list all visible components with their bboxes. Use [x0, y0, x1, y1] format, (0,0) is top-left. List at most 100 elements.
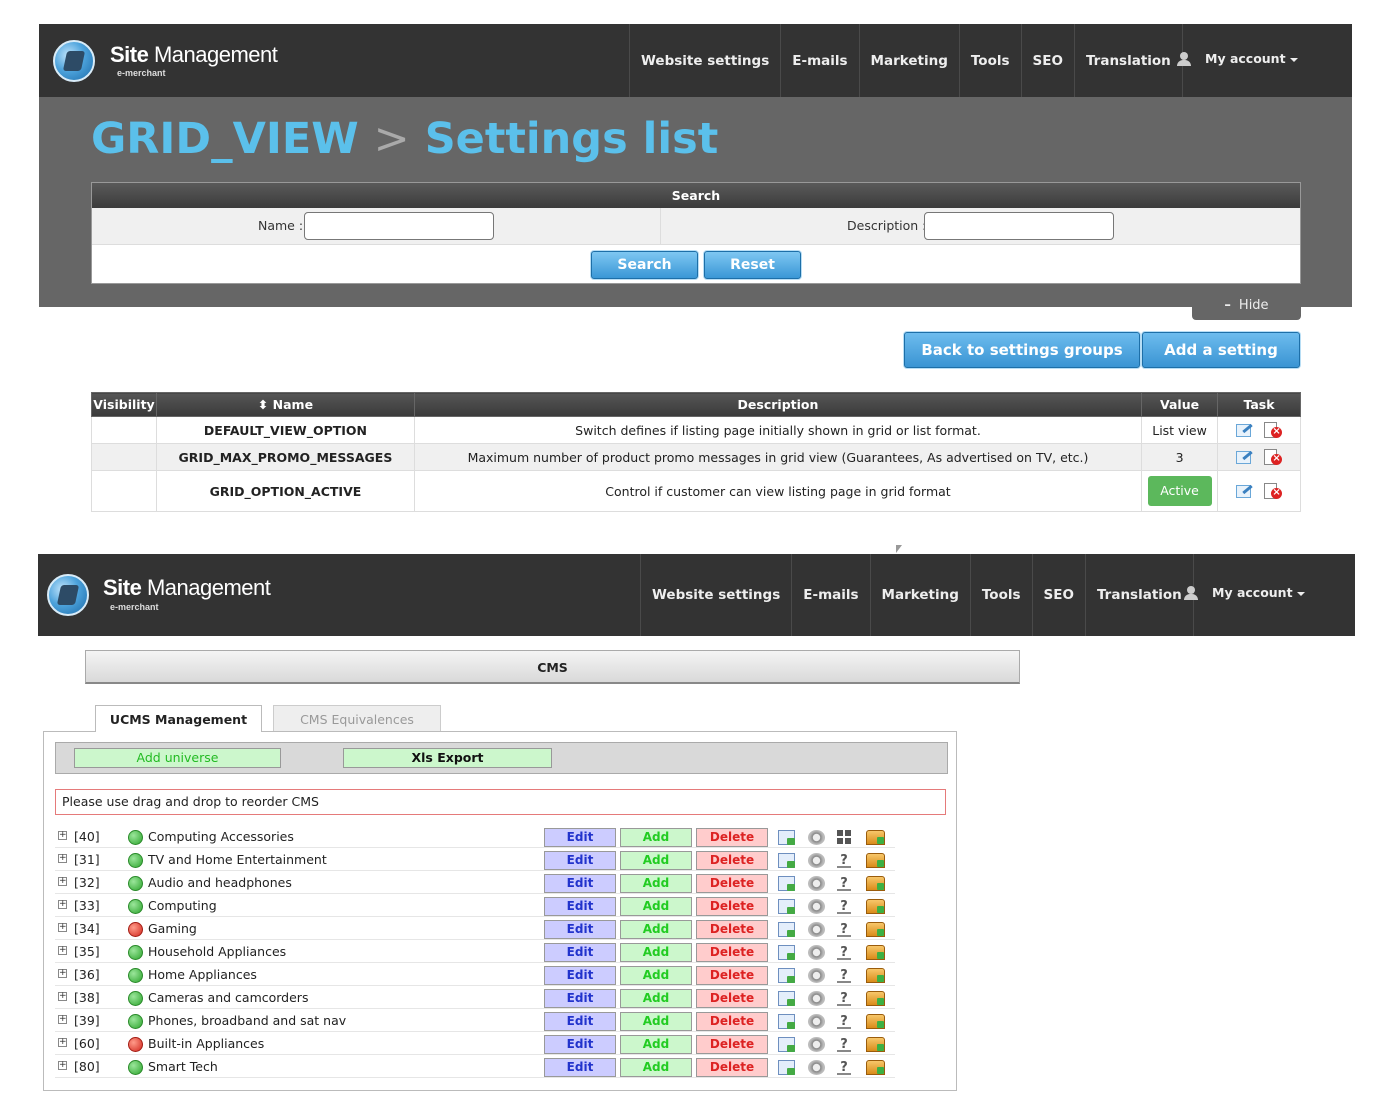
edit-button[interactable]: Edit: [544, 989, 616, 1008]
expand-icon[interactable]: +: [58, 1038, 67, 1047]
list-item[interactable]: + [38] Cameras and camcorders Edit Add Delete…: [55, 987, 895, 1009]
delete-button[interactable]: Delete: [696, 1035, 768, 1054]
add-button[interactable]: Add: [620, 943, 692, 962]
edit-button[interactable]: Edit: [544, 1012, 616, 1031]
question-icon[interactable]: ?: [837, 922, 851, 937]
delete-icon[interactable]: [1264, 449, 1283, 465]
delete-button[interactable]: Delete: [696, 1058, 768, 1077]
add-setting-button[interactable]: Add a setting: [1142, 332, 1300, 368]
delete-button[interactable]: Delete: [696, 920, 768, 939]
edit-button[interactable]: Edit: [544, 1058, 616, 1077]
my-account-menu[interactable]: My account: [1177, 51, 1298, 66]
mail-icon[interactable]: [778, 968, 795, 983]
clock-icon[interactable]: [808, 968, 825, 983]
item-label[interactable]: Cameras and camcorders: [148, 990, 308, 1005]
edit-button[interactable]: Edit: [544, 874, 616, 893]
edit-icon[interactable]: [1236, 483, 1252, 498]
expand-icon[interactable]: +: [58, 900, 67, 909]
cart-icon[interactable]: [866, 830, 885, 845]
question-icon[interactable]: ?: [837, 1014, 851, 1029]
clock-icon[interactable]: [808, 922, 825, 937]
add-button[interactable]: Add: [620, 1035, 692, 1054]
edit-button[interactable]: Edit: [544, 897, 616, 916]
expand-icon[interactable]: +: [58, 1061, 67, 1070]
item-label[interactable]: TV and Home Entertainment: [148, 852, 327, 867]
clock-icon[interactable]: [808, 876, 825, 891]
expand-icon[interactable]: +: [58, 831, 67, 840]
expand-icon[interactable]: +: [58, 969, 67, 978]
cart-icon[interactable]: [866, 922, 885, 937]
nav-seo[interactable]: SEO: [1031, 554, 1085, 636]
col-name[interactable]: ⬍ Name: [155, 392, 415, 417]
nav-tools[interactable]: Tools: [958, 24, 1021, 98]
item-label[interactable]: Home Appliances: [148, 967, 257, 982]
clock-icon[interactable]: [808, 1037, 825, 1052]
list-item[interactable]: + [39] Phones, broadband and sat nav Edit Ad…: [55, 1010, 895, 1032]
list-item[interactable]: + [35] Household Appliances Edit Add Delete?: [55, 941, 895, 963]
question-icon[interactable]: ?: [837, 853, 851, 868]
xls-export-button[interactable]: Xls Export: [343, 748, 552, 768]
item-label[interactable]: Computing: [148, 898, 217, 913]
delete-button[interactable]: Delete: [696, 874, 768, 893]
status-green-icon[interactable]: [128, 968, 143, 983]
item-label[interactable]: Computing Accessories: [148, 829, 294, 844]
item-label[interactable]: Household Appliances: [148, 944, 286, 959]
cart-icon[interactable]: [866, 876, 885, 891]
expand-icon[interactable]: +: [58, 923, 67, 932]
cart-icon[interactable]: [866, 853, 885, 868]
question-icon[interactable]: ?: [837, 945, 851, 960]
delete-button[interactable]: Delete: [696, 897, 768, 916]
add-button[interactable]: Add: [620, 966, 692, 985]
item-label[interactable]: Built-in Appliances: [148, 1036, 264, 1051]
list-item[interactable]: + [34] Gaming Edit Add Delete?: [55, 918, 895, 940]
edit-button[interactable]: Edit: [544, 851, 616, 870]
back-to-settings-groups-button[interactable]: Back to settings groups: [904, 332, 1140, 368]
nav-website-settings[interactable]: Website settings: [640, 554, 791, 636]
mail-icon[interactable]: [778, 945, 795, 960]
question-icon[interactable]: ?: [837, 1060, 851, 1075]
cart-icon[interactable]: [866, 1060, 885, 1075]
edit-icon[interactable]: [1236, 422, 1252, 437]
list-item[interactable]: + [80] Smart Tech Edit Add Delete?: [55, 1056, 895, 1078]
list-item[interactable]: + [32] Audio and headphones Edit Add Delete?: [55, 872, 895, 894]
status-green-icon[interactable]: [128, 1060, 143, 1075]
cart-icon[interactable]: [866, 945, 885, 960]
nav-marketing[interactable]: Marketing: [858, 24, 959, 98]
status-green-icon[interactable]: [128, 991, 143, 1006]
cart-icon[interactable]: [866, 899, 885, 914]
status-green-icon[interactable]: [128, 853, 143, 868]
status-green-icon[interactable]: [128, 876, 143, 891]
edit-button[interactable]: Edit: [544, 966, 616, 985]
reset-button[interactable]: Reset: [704, 251, 801, 279]
item-label[interactable]: Gaming: [148, 921, 197, 936]
nav-translation[interactable]: Translation: [1084, 554, 1194, 636]
add-button[interactable]: Add: [620, 1058, 692, 1077]
site-logo-icon[interactable]: [47, 574, 89, 616]
delete-icon[interactable]: [1264, 422, 1283, 438]
expand-icon[interactable]: +: [58, 1015, 67, 1024]
expand-icon[interactable]: +: [58, 877, 67, 886]
mail-icon[interactable]: [778, 1037, 795, 1052]
question-icon[interactable]: ?: [837, 1037, 851, 1052]
status-green-icon[interactable]: [128, 899, 143, 914]
nav-website-settings[interactable]: Website settings: [629, 24, 780, 98]
delete-button[interactable]: Delete: [696, 966, 768, 985]
mail-icon[interactable]: [778, 899, 795, 914]
clock-icon[interactable]: [808, 830, 825, 845]
cart-icon[interactable]: [866, 991, 885, 1006]
list-item[interactable]: + [60] Built-in Appliances Edit Add Delete?: [55, 1033, 895, 1055]
grid-icon[interactable]: [837, 830, 851, 844]
cart-icon[interactable]: [866, 1014, 885, 1029]
question-icon[interactable]: ?: [837, 899, 851, 914]
mail-icon[interactable]: [778, 1014, 795, 1029]
list-item[interactable]: + [40] Computing Accessories Edit Add Delete: [55, 826, 895, 848]
tab-ucms-management[interactable]: UCMS Management: [95, 705, 262, 732]
site-logo-icon[interactable]: [53, 40, 95, 82]
expand-icon[interactable]: +: [58, 946, 67, 955]
question-icon[interactable]: ?: [837, 968, 851, 983]
clock-icon[interactable]: [808, 1014, 825, 1029]
delete-button[interactable]: Delete: [696, 989, 768, 1008]
mail-icon[interactable]: [778, 853, 795, 868]
mail-icon[interactable]: [778, 922, 795, 937]
add-button[interactable]: Add: [620, 874, 692, 893]
